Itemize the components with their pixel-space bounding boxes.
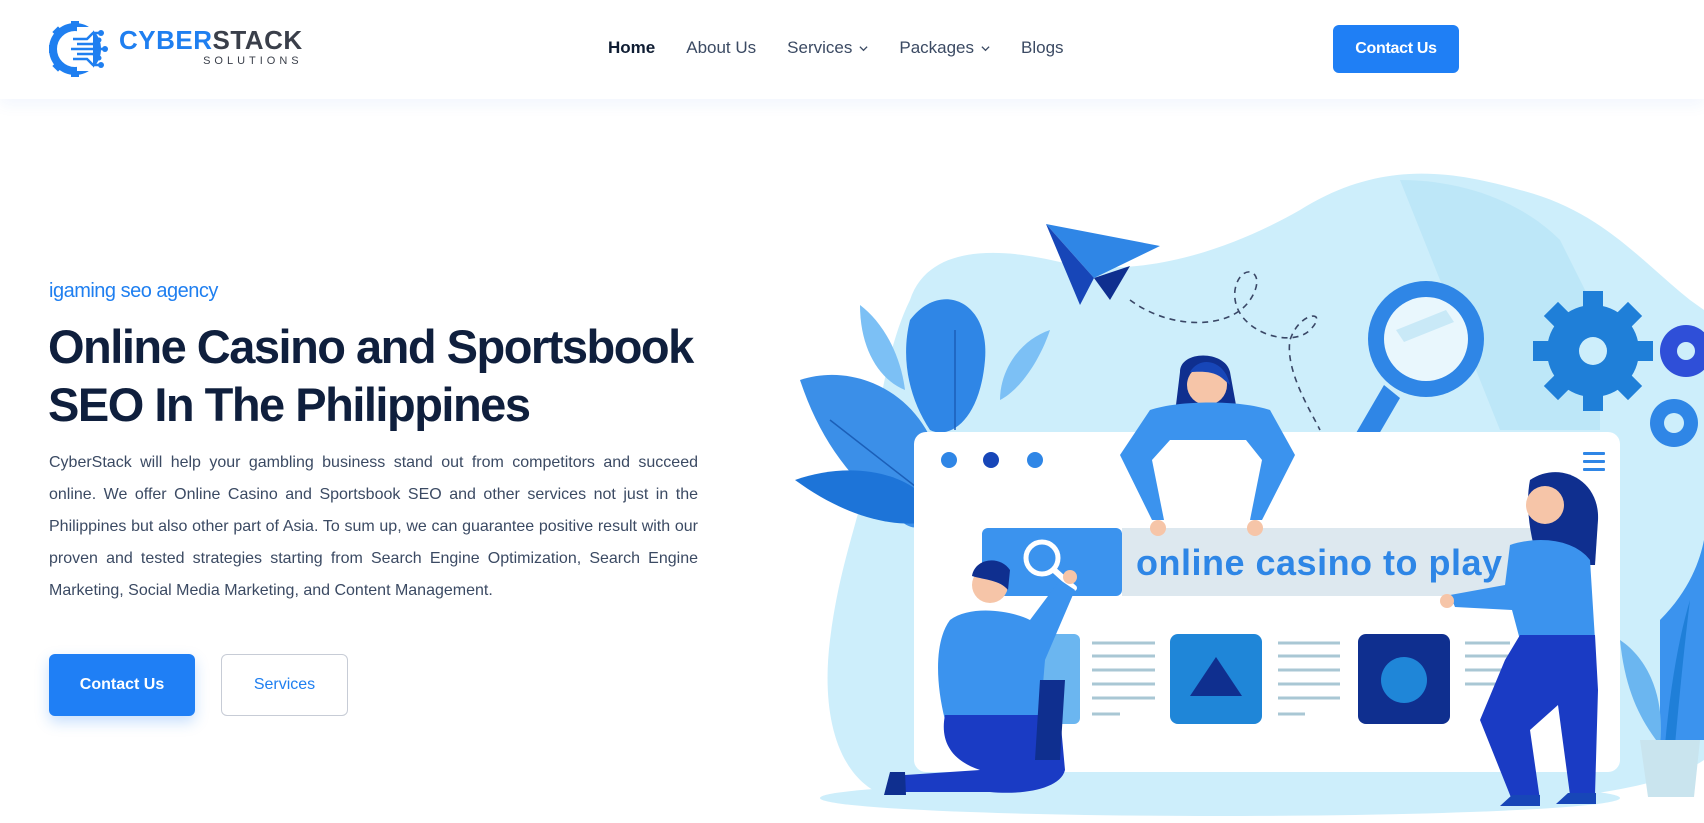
nav-item-label: Packages <box>899 38 975 57</box>
illustration-search-text: online casino to play <box>1136 542 1503 583</box>
hero-services-button[interactable]: Services <box>221 654 348 716</box>
menu-icon <box>1583 452 1605 471</box>
nav-item-label: About Us <box>686 38 757 57</box>
chevron-down-icon <box>859 45 868 51</box>
nav-item-about-us[interactable]: About Us <box>686 38 756 58</box>
brand-subtitle: SOLUTIONS <box>203 55 303 67</box>
nav-item-label: Blogs <box>1021 38 1064 57</box>
main-nav: Home About Us Services Packages Blogs <box>608 38 1095 58</box>
gear-icon <box>1533 291 1653 411</box>
gear-icon <box>1650 399 1698 447</box>
brand-name-part2: STACK <box>212 25 303 55</box>
gear-circuit-logo-icon <box>49 21 108 77</box>
brand-name-part1: CYBER <box>119 25 213 55</box>
brand-logo[interactable]: CYBERSTACK SOLUTIONS <box>47 17 307 81</box>
hero-description: CyberStack will help your gambling busin… <box>49 454 698 599</box>
site-header: CYBERSTACK SOLUTIONS Home About Us Servi… <box>0 0 1704 99</box>
hero-title: Online Casino and Sportsbook SEO In The … <box>48 320 694 431</box>
hero-eyebrow: igaming seo agency <box>49 280 218 302</box>
brand-wordmark: CYBERSTACK SOLUTIONS <box>119 27 303 67</box>
nav-item-services[interactable]: Services <box>787 38 868 58</box>
hero-contact-button[interactable]: Contact Us <box>49 654 195 716</box>
nav-item-home[interactable]: Home <box>608 38 655 58</box>
chevron-down-icon <box>981 45 990 51</box>
nav-item-label: Services <box>787 38 853 57</box>
nav-item-label: Home <box>608 38 656 57</box>
header-contact-button[interactable]: Contact Us <box>1333 25 1459 73</box>
nav-item-blogs[interactable]: Blogs <box>1021 38 1064 58</box>
hero-illustration <box>795 173 1704 816</box>
nav-item-packages[interactable]: Packages <box>899 38 990 58</box>
